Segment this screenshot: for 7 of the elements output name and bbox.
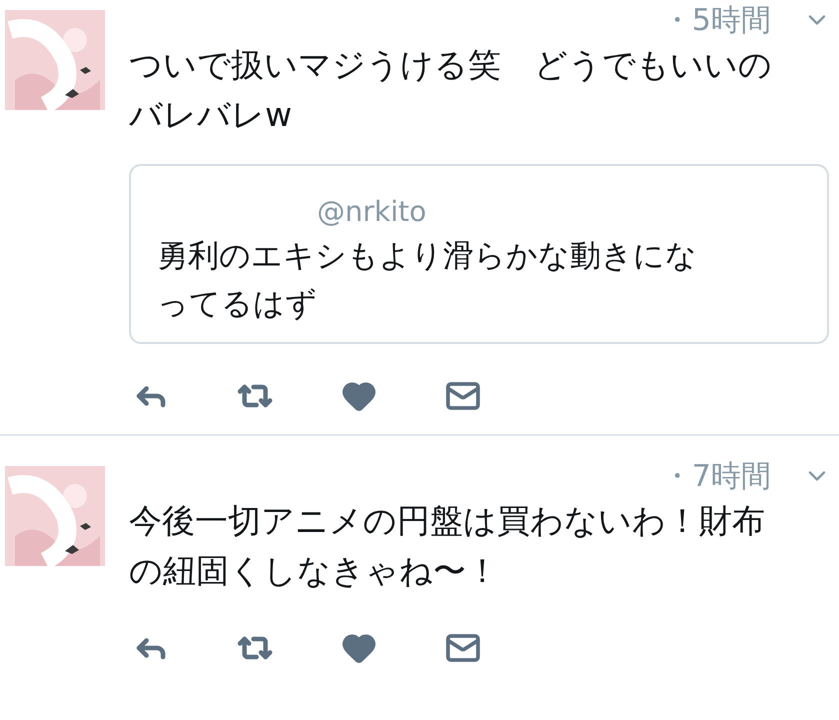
tweet-text: ついで扱いマジうける笑 どうでもいいの バレバレw xyxy=(129,44,773,136)
quote-handle: @nrkito xyxy=(316,194,428,230)
tweet-text: 今後一切アニメの円盤は買わないわ！財布 の紐固くしなきゃね〜！ xyxy=(129,500,766,592)
tweet-time: ・5時間 xyxy=(662,2,771,40)
tweet-time: ・7時間 xyxy=(662,458,771,496)
quoted-tweet[interactable]: @nrkito 勇利のエキシもより滑らかな動きにな ってるはず xyxy=(129,164,829,344)
quote-text: 勇利のエキシもより滑らかな動きにな ってるはず xyxy=(157,237,698,324)
